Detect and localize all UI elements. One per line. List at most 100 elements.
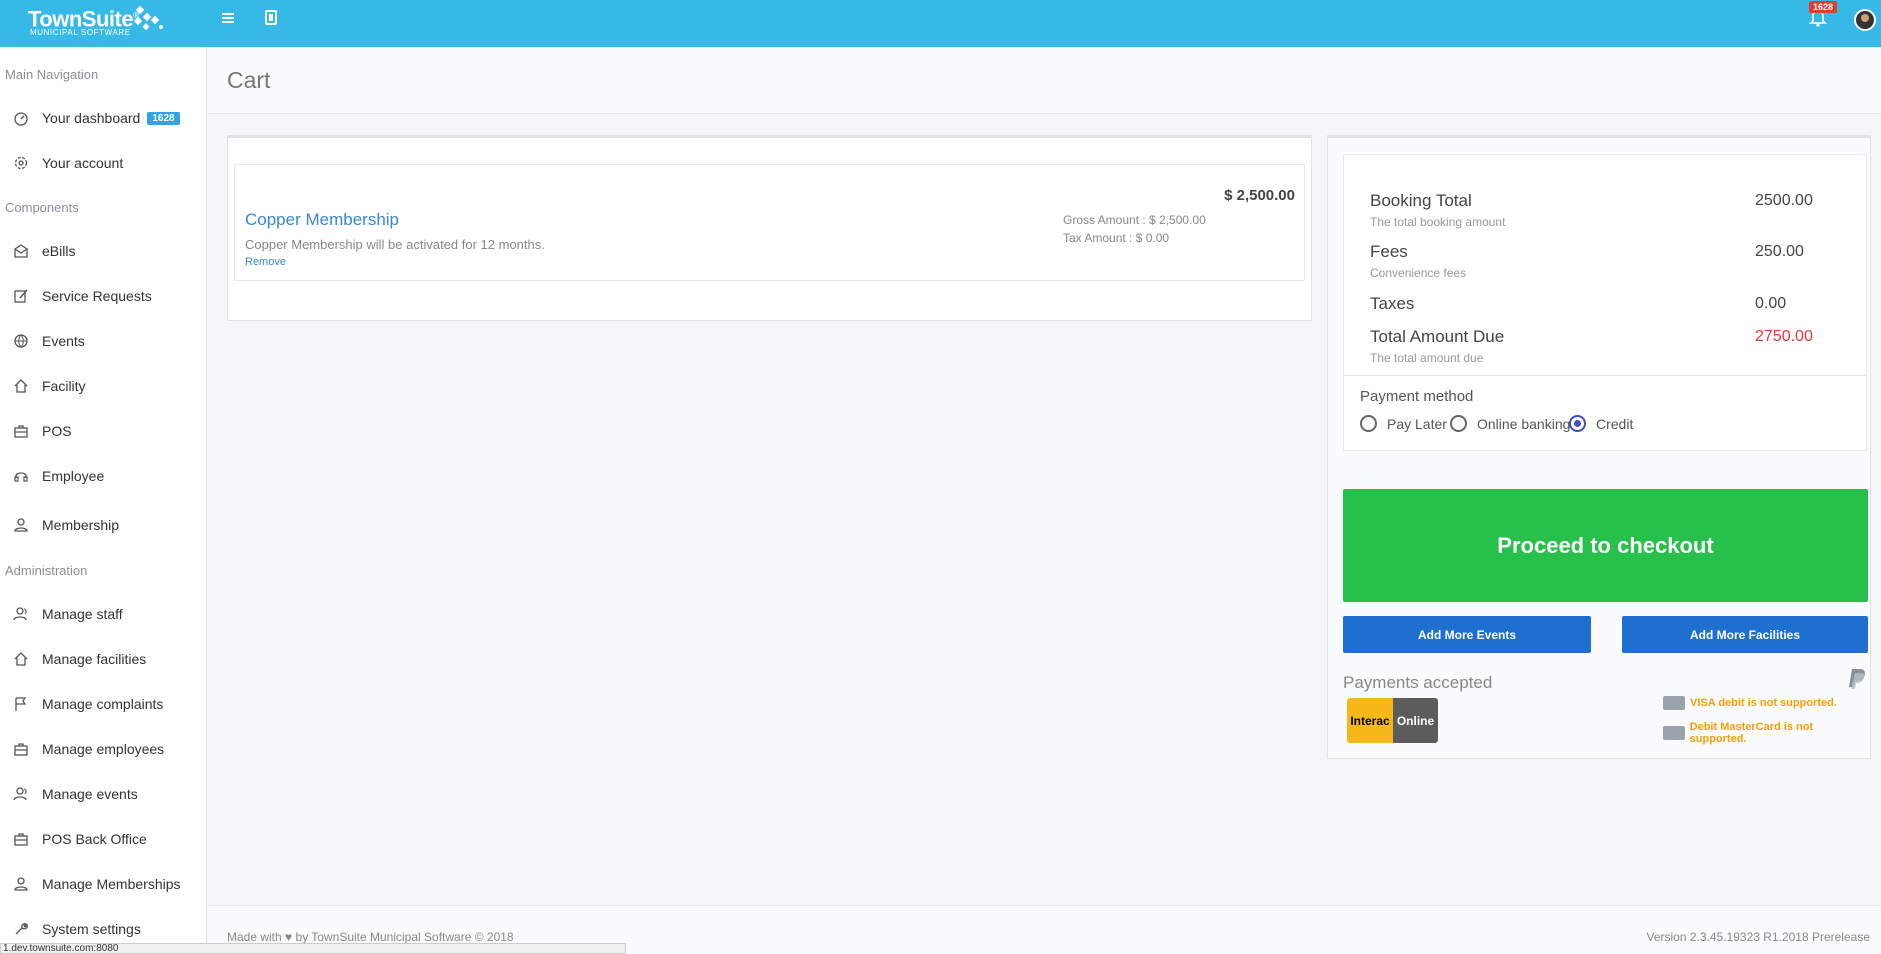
headset-icon	[14, 472, 28, 482]
footer-suffix: by TownSuite Municipal Software © 2018	[295, 930, 514, 944]
visa-card-icon	[1663, 696, 1685, 710]
add-more-events-button[interactable]: Add More Events	[1343, 616, 1591, 653]
sidebar-item-label: Manage events	[42, 786, 138, 802]
home-icon	[14, 379, 28, 393]
item-title-link[interactable]: Copper Membership	[245, 210, 399, 230]
status-bar-url: 1.dev.townsuite.com:8080	[0, 943, 626, 954]
taxes-value: 0.00	[1755, 295, 1787, 312]
gear-icon	[14, 156, 28, 170]
interac-mark: Interac	[1347, 698, 1393, 743]
sidebar-item-membership[interactable]: Membership	[0, 505, 206, 545]
interac-online-text: Online	[1393, 698, 1438, 743]
sidebar-item-account[interactable]: Your account	[0, 143, 206, 183]
user-icon	[14, 877, 28, 891]
sidebar-item-label: POS Back Office	[42, 831, 147, 847]
total-due-value: 2750.00	[1755, 328, 1813, 345]
sidebar-item-label: Events	[42, 333, 85, 349]
checkout-panel: Booking Total The total booking amount 2…	[1327, 135, 1871, 759]
basketball-icon	[14, 334, 28, 348]
logo-mark-icon	[133, 5, 163, 31]
radio-credit[interactable]: Credit	[1569, 415, 1633, 432]
item-price: $ 2,500.00	[1224, 187, 1295, 204]
sidebar-item-pos[interactable]: POS	[0, 411, 206, 451]
sidebar-item-employee[interactable]: Employee	[0, 456, 206, 496]
booking-total-label: Booking Total	[1370, 191, 1472, 210]
sidebar-item-manage-memberships[interactable]: Manage Memberships	[0, 864, 206, 904]
section-main-navigation: Main Navigation	[5, 67, 99, 82]
briefcase-icon	[14, 743, 28, 756]
sidebar-item-events[interactable]: Events	[0, 321, 206, 361]
heart-icon: ♥	[285, 930, 293, 944]
notification-badge: 1628	[1809, 1, 1838, 13]
users-icon	[13, 787, 27, 801]
sidebar-item-dashboard[interactable]: Your dashboard 1628	[0, 98, 206, 138]
sidebar-item-label: Manage complaints	[42, 696, 164, 712]
user-icon	[14, 518, 28, 532]
radio-pay-later[interactable]: Pay Later	[1360, 415, 1447, 432]
order-summary: Booking Total The total booking amount 2…	[1343, 154, 1867, 451]
sidebar-item-pos-back-office[interactable]: POS Back Office	[0, 819, 206, 859]
logo[interactable]: TownSuite® MUNICIPAL SOFTWARE	[28, 3, 139, 37]
tax-amount: Tax Amount : $ 0.00	[1063, 231, 1170, 245]
remove-link[interactable]: Remove	[245, 256, 286, 268]
home-icon	[14, 652, 28, 666]
sidebar-item-manage-staff[interactable]: Manage staff	[0, 594, 206, 634]
radio-circle-selected	[1569, 415, 1586, 432]
sidebar-item-label: Employee	[42, 468, 105, 484]
fees-value: 250.00	[1755, 243, 1804, 260]
proceed-to-checkout-button[interactable]: Proceed to checkout	[1343, 489, 1868, 602]
paypal-icon	[1849, 669, 1865, 689]
sidebar-item-label: Manage Memberships	[42, 876, 181, 892]
total-due-sub: The total amount due	[1370, 351, 1484, 365]
add-more-facilities-button[interactable]: Add More Facilities	[1622, 616, 1868, 653]
tablet-icon[interactable]	[260, 8, 282, 28]
sidebar-item-label: Manage employees	[42, 741, 165, 757]
page-header: Cart	[208, 47, 1881, 114]
interac-online-logo: Interac Online	[1347, 698, 1438, 743]
fees-label: Fees	[1370, 242, 1408, 261]
users-icon	[13, 607, 27, 621]
footer-credit: Made with ♥ by TownSuite Municipal Softw…	[227, 930, 514, 944]
sidebar-item-manage-events[interactable]: Manage events	[0, 774, 206, 814]
version-text: Version 2.3.45.19323 R1.2018 Prerelease	[1646, 930, 1871, 944]
sidebar-item-ebills[interactable]: eBills	[0, 231, 206, 271]
sidebar-item-label: eBills	[42, 243, 76, 259]
sidebar-item-manage-facilities[interactable]: Manage facilities	[0, 639, 206, 679]
sidebar-item-label: Membership	[42, 517, 120, 533]
section-components: Components	[5, 200, 79, 215]
cart-item: $ 2,500.00 Copper Membership Copper Memb…	[234, 164, 1305, 281]
hamburger-menu-icon[interactable]	[217, 8, 239, 28]
sidebar-item-label: Manage facilities	[42, 651, 147, 667]
sidebar-item-manage-complaints[interactable]: Manage complaints	[0, 684, 206, 724]
booking-total-sub: The total booking amount	[1370, 215, 1506, 229]
sidebar-item-service-requests[interactable]: Service Requests	[0, 276, 206, 316]
booking-total-value: 2500.00	[1755, 192, 1813, 209]
edit-icon	[14, 289, 28, 303]
sidebar-item-label: Your dashboard	[42, 110, 141, 126]
taxes-label: Taxes	[1370, 294, 1415, 313]
radio-circle	[1360, 415, 1377, 432]
total-due-label: Total Amount Due	[1370, 327, 1505, 346]
sidebar: Main Navigation Your dashboard 1628 Your…	[0, 47, 207, 954]
avatar[interactable]	[1854, 9, 1876, 31]
payments-accepted-title: Payments accepted	[1343, 673, 1493, 692]
radio-online-banking[interactable]: Online banking	[1450, 415, 1570, 432]
footer-prefix: Made with	[227, 930, 282, 944]
visa-warning-text: VISA debit is not supported.	[1690, 697, 1837, 709]
gross-amount: Gross Amount : $ 2,500.00	[1063, 213, 1206, 227]
divider	[1344, 375, 1866, 376]
sidebar-item-facility[interactable]: Facility	[0, 366, 206, 406]
top-bar: TownSuite® MUNICIPAL SOFTWARE 1628	[0, 0, 1881, 47]
radio-label: Pay Later	[1387, 415, 1447, 432]
mastercard-warning: Debit MasterCard is not supported.	[1663, 721, 1870, 745]
dashboard-badge: 1628	[147, 111, 180, 125]
page-title: Cart	[227, 67, 271, 93]
envelope-icon	[14, 244, 28, 258]
radio-circle	[1450, 415, 1467, 432]
sidebar-item-label: Your account	[42, 155, 124, 171]
fees-sub: Convenience fees	[1370, 266, 1467, 280]
sidebar-item-manage-employees[interactable]: Manage employees	[0, 729, 206, 769]
section-administration: Administration	[5, 563, 88, 578]
cart-panel: $ 2,500.00 Copper Membership Copper Memb…	[227, 135, 1312, 321]
sidebar-item-label: Manage staff	[42, 606, 123, 622]
